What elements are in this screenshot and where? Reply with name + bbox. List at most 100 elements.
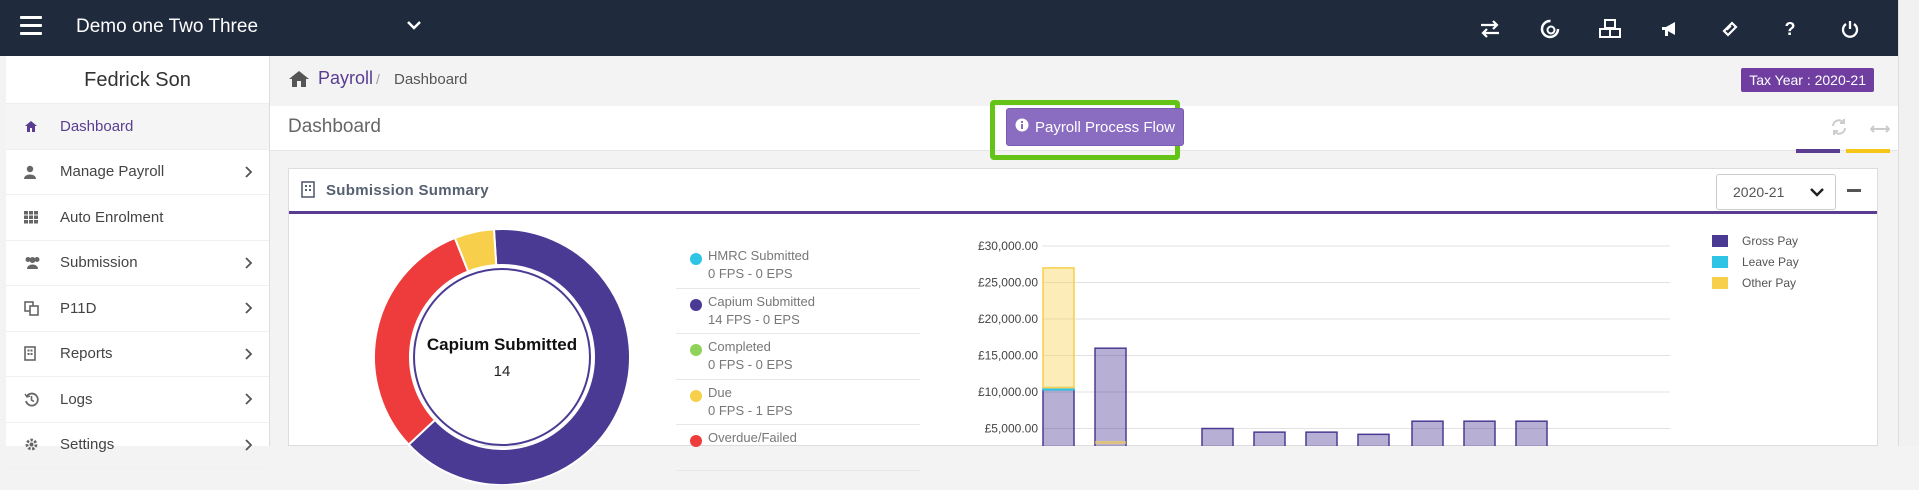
breadcrumb-current: Dashboard: [394, 71, 468, 88]
company-name[interactable]: Demo one Two Three: [76, 16, 258, 38]
status-name: Due: [708, 384, 732, 400]
gear-icon: [24, 437, 60, 452]
status-dot: [690, 344, 702, 356]
sidebar-item-auto-enrolment[interactable]: Auto Enrolment: [6, 195, 269, 241]
donut-center-value: 14: [493, 363, 511, 380]
chevron-right-icon: [245, 165, 253, 182]
panel-header: Submission Summary 2020-21: [289, 169, 1877, 214]
legend-item-leave-pay[interactable]: Leave Pay: [1712, 251, 1799, 272]
sidebar-item-label: Dashboard: [60, 117, 134, 135]
status-item-completed[interactable]: Completed 0 FPS - 0 EPS: [676, 334, 920, 380]
sidebar-item-dashboard[interactable]: Dashboard: [6, 104, 269, 150]
status-item-due[interactable]: Due 0 FPS - 1 EPS: [676, 380, 920, 425]
sidebar-item-label: Submission: [60, 254, 138, 272]
exchange-icon[interactable]: [1460, 14, 1520, 44]
power-icon[interactable]: [1820, 14, 1880, 44]
expand-arrows-icon[interactable]: [1869, 118, 1891, 139]
bar-gross-pay[interactable]: [1515, 420, 1548, 446]
bar-gross-pay[interactable]: [1253, 431, 1286, 446]
vertical-scrollbar[interactable]: [1898, 0, 1919, 446]
legend-item-gross-pay[interactable]: Gross Pay: [1712, 230, 1799, 251]
chevron-right-icon: [245, 392, 253, 409]
year-select-value: 2020-21: [1733, 184, 1785, 200]
chevron-right-icon: [245, 438, 253, 455]
flow-button-label: Payroll Process Flow: [1034, 118, 1176, 136]
breadcrumb-separator: /: [376, 71, 380, 87]
copy-icon: [24, 300, 60, 316]
chevron-down-icon: [1809, 185, 1825, 201]
bar-gross-pay[interactable]: [1357, 433, 1390, 446]
chevron-right-icon: [245, 301, 253, 318]
payroll-process-flow-button[interactable]: Payroll Process Flow: [1006, 108, 1184, 146]
building-icon: [24, 346, 60, 362]
bar-gross-pay[interactable]: [1463, 420, 1496, 446]
home-icon: [24, 120, 60, 133]
y-tick-label: £10,000.00: [978, 385, 1038, 399]
user-name: Fedrick Son: [6, 56, 269, 104]
donut-inner-ring: [413, 268, 591, 446]
info-icon: [1015, 118, 1029, 136]
breadcrumb-payroll-link[interactable]: Payroll: [318, 68, 373, 89]
collapse-icon[interactable]: [1847, 189, 1861, 192]
chevron-right-icon: [245, 256, 253, 273]
year-select[interactable]: 2020-21: [1716, 174, 1836, 210]
grid-icon: [24, 210, 60, 224]
y-tick-label: £15,000.00: [978, 349, 1038, 363]
megaphone-icon[interactable]: [1640, 14, 1700, 44]
ticket-icon[interactable]: [1700, 14, 1760, 44]
donut-chart: Capium Submitted 14: [373, 228, 631, 486]
chevron-down-icon[interactable]: [406, 18, 422, 37]
status-dot: [690, 298, 702, 311]
status-counts: 0 FPS - 0 EPS: [708, 357, 793, 372]
bar-gross-pay[interactable]: [1305, 431, 1338, 446]
dashboard-header: Dashboard Payroll Process Flow: [270, 100, 1898, 160]
bar-gross-pay[interactable]: [1094, 347, 1127, 446]
pay-bar-chart: £30,000.00 £25,000.00 £20,000.00 £15,000.00…: [978, 239, 1670, 447]
sidebar: Fedrick Son Dashboard Manage Payroll Aut…: [6, 56, 270, 468]
sidebar-item-label: Reports: [60, 345, 113, 363]
status-dot: [690, 253, 702, 265]
tax-year-badge: Tax Year : 2020-21: [1741, 68, 1874, 92]
status-counts: 0 FPS - 1 EPS: [708, 402, 793, 418]
question-icon[interactable]: ?: [1760, 14, 1820, 44]
home-icon[interactable]: [288, 70, 310, 93]
status-item-hmrc-submitted[interactable]: HMRC Submitted 0 FPS - 0 EPS: [676, 243, 920, 289]
top-navbar: Demo one Two Three ?: [0, 0, 1898, 56]
sidebar-item-submission[interactable]: Submission: [6, 241, 269, 286]
status-item-overdue-failed[interactable]: Overdue/Failed: [676, 425, 920, 471]
y-tick-label: £25,000.00: [978, 276, 1038, 290]
menu-icon[interactable]: [20, 16, 42, 36]
status-item-capium-submitted[interactable]: Capium Submitted 14 FPS - 0 EPS: [676, 289, 920, 334]
sidebar-item-p11d[interactable]: P11D: [6, 286, 269, 332]
y-tick-label: £20,000.00: [978, 312, 1038, 326]
sidebar-item-settings[interactable]: Settings: [6, 423, 269, 468]
status-name: Overdue/Failed: [708, 430, 797, 445]
sidebar-item-label: Manage Payroll: [60, 163, 165, 181]
status-name: Capium Submitted: [708, 293, 815, 309]
status-name: Completed: [708, 339, 771, 354]
bar-gross-pay[interactable]: [1201, 427, 1234, 447]
chevron-right-icon: [245, 347, 253, 364]
refresh-icon[interactable]: [1830, 118, 1848, 141]
sidebar-item-logs[interactable]: Logs: [6, 377, 269, 423]
status-counts: 0 FPS - 0 EPS: [708, 266, 793, 281]
bar-gross-pay[interactable]: [1042, 389, 1075, 446]
y-tick-label: £30,000.00: [978, 239, 1038, 253]
bar-gross-pay[interactable]: [1411, 420, 1444, 446]
users-icon: [24, 256, 60, 270]
status-counts: 14 FPS - 0 EPS: [708, 311, 800, 327]
sidebar-item-manage-payroll[interactable]: Manage Payroll: [6, 150, 269, 195]
bar-other-pay[interactable]: [1042, 267, 1075, 389]
legend-label: Other Pay: [1742, 275, 1797, 290]
sidebar-item-label: Settings: [60, 436, 115, 454]
panel-title: Submission Summary: [326, 182, 489, 199]
sidebar-item-label: Auto Enrolment: [60, 208, 164, 226]
status-dot: [690, 435, 702, 447]
legend-item-other-pay[interactable]: Other Pay: [1712, 272, 1799, 293]
cubes-icon[interactable]: [1580, 14, 1640, 44]
capium-icon[interactable]: [1520, 14, 1580, 44]
bar-other-pay-sliver: [1095, 441, 1126, 444]
legend-label: Leave Pay: [1742, 254, 1799, 269]
sidebar-item-reports[interactable]: Reports: [6, 332, 269, 377]
status-list: HMRC Submitted 0 FPS - 0 EPS Capium Subm…: [676, 243, 920, 471]
